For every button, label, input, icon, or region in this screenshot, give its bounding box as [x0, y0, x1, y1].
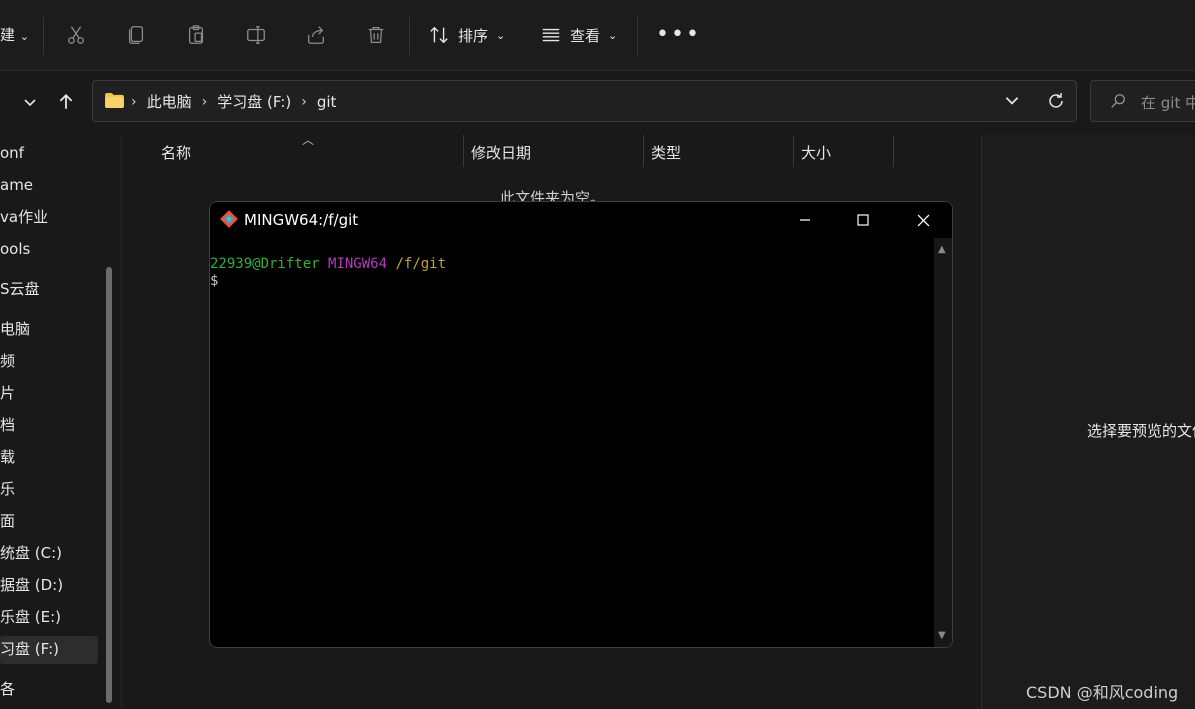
preview-message: 选择要预览的文件 — [1087, 422, 1195, 440]
maximize-button[interactable] — [834, 202, 892, 238]
sidebar-item[interactable]: 面 — [0, 507, 15, 535]
terminal-output[interactable]: 22939@Drifter MINGW64 /f/git $ — [210, 256, 446, 290]
sidebar-item-drive-f[interactable]: 习盘 (F:) — [0, 635, 59, 663]
paste-icon[interactable] — [182, 21, 210, 49]
chevron-right-icon: › — [201, 93, 208, 110]
sidebar-item-drive-e[interactable]: 乐盘 (E:) — [0, 603, 61, 631]
close-icon — [917, 214, 929, 226]
chevron-right-icon: › — [131, 93, 137, 110]
chevron-down-icon: ⌄ — [19, 30, 30, 43]
chevron-down-icon: ⌄ — [496, 28, 506, 42]
sort-button[interactable]: 排序 ⌄ — [428, 24, 505, 46]
close-button[interactable] — [894, 202, 952, 238]
toolbar-divider — [43, 17, 44, 55]
sort-label: 排序 — [458, 26, 489, 45]
maximize-icon — [857, 214, 869, 226]
new-button[interactable]: 建 ⌄ — [0, 24, 29, 45]
prompt-symbol: $ — [210, 273, 219, 289]
sort-ascending-icon: ︿ — [302, 133, 315, 147]
view-icon — [542, 28, 560, 42]
chevron-right-icon: › — [301, 93, 307, 110]
column-header-date[interactable]: 修改日期 — [471, 142, 531, 163]
column-divider[interactable] — [793, 135, 794, 167]
column-header-type[interactable]: 类型 — [651, 142, 681, 163]
pane-divider — [121, 135, 122, 709]
sidebar-item[interactable]: 载 — [0, 443, 15, 471]
rename-icon[interactable] — [242, 21, 270, 49]
scroll-down-arrow-icon[interactable]: ▼ — [938, 630, 946, 641]
sidebar-item[interactable]: 各 — [0, 675, 15, 703]
terminal-window[interactable]: MINGW64:/f/git 22939@Drifter MINGW64 /f/… — [209, 201, 953, 648]
breadcrumb: › 此电脑 › 学习盘 (F:) › git — [131, 91, 336, 112]
sidebar-item[interactable]: 片 — [0, 379, 15, 407]
sidebar-item[interactable]: ame — [0, 171, 33, 199]
search-icon — [1111, 94, 1125, 108]
breadcrumb-item[interactable]: git — [317, 93, 337, 111]
terminal-title: MINGW64:/f/git — [244, 211, 359, 229]
search-box[interactable]: 在 git 中 — [1090, 80, 1195, 122]
column-header-name[interactable]: 名称 — [161, 142, 191, 163]
share-icon[interactable] — [302, 21, 330, 49]
watermark: CSDN @和风coding — [1026, 683, 1179, 702]
chevron-down-icon[interactable] — [1003, 91, 1021, 113]
sidebar-item-drive-d[interactable]: 据盘 (D:) — [0, 571, 63, 599]
sidebar-item[interactable]: 档 — [0, 411, 15, 439]
column-divider[interactable] — [463, 135, 464, 167]
sidebar-item[interactable]: 频 — [0, 347, 15, 375]
column-header-size[interactable]: 大小 — [801, 142, 831, 163]
address-bar[interactable]: › 此电脑 › 学习盘 (F:) › git — [92, 80, 1077, 122]
view-label: 查看 — [570, 26, 601, 45]
chevron-down-icon[interactable] — [18, 90, 42, 114]
prompt-user: 22939@Drifter — [210, 256, 320, 272]
cut-icon[interactable] — [62, 21, 90, 49]
scroll-up-arrow-icon[interactable]: ▲ — [938, 244, 946, 255]
new-label: 建 — [0, 26, 16, 44]
refresh-icon[interactable] — [1046, 91, 1066, 115]
toolbar-divider — [409, 17, 410, 55]
breadcrumb-item[interactable]: 此电脑 — [147, 91, 192, 112]
copy-icon[interactable] — [122, 21, 150, 49]
toolbar-divider — [637, 17, 638, 55]
terminal-title-bar[interactable]: MINGW64:/f/git — [210, 202, 952, 238]
up-arrow-icon[interactable] — [54, 90, 78, 114]
search-placeholder: 在 git 中 — [1141, 94, 1195, 112]
more-options-button[interactable]: ••• — [656, 22, 701, 47]
terminal-scrollbar[interactable]: ▲ ▼ — [934, 238, 952, 647]
sort-icon — [430, 26, 448, 44]
minimize-icon — [800, 219, 810, 221]
column-divider[interactable] — [893, 135, 894, 167]
column-divider[interactable] — [643, 135, 644, 167]
folder-icon — [105, 93, 124, 108]
minimize-button[interactable] — [776, 202, 834, 238]
sidebar-item[interactable]: ools — [0, 235, 30, 263]
prompt-path: /f/git — [395, 256, 447, 272]
sidebar-item[interactable]: va作业 — [0, 203, 48, 231]
command-bar: 建 ⌄ 排序 ⌄ 查看 ⌄ ••• — [0, 0, 1195, 71]
sidebar-item-drive-c[interactable]: 统盘 (C:) — [0, 539, 62, 567]
git-logo-icon — [220, 210, 238, 228]
sidebar-item[interactable]: S云盘 — [0, 275, 40, 303]
sidebar-item[interactable]: 乐 — [0, 475, 15, 503]
chevron-down-icon: ⌄ — [608, 28, 618, 42]
breadcrumb-item[interactable]: 学习盘 (F:) — [217, 91, 291, 112]
prompt-system: MINGW64 — [328, 256, 388, 272]
sidebar-scrollbar[interactable] — [106, 267, 112, 703]
sidebar-item[interactable]: onf — [0, 139, 24, 167]
view-button[interactable]: 查看 ⌄ — [540, 24, 617, 46]
sidebar-item[interactable]: 电脑 — [0, 315, 30, 343]
delete-icon[interactable] — [362, 21, 390, 49]
